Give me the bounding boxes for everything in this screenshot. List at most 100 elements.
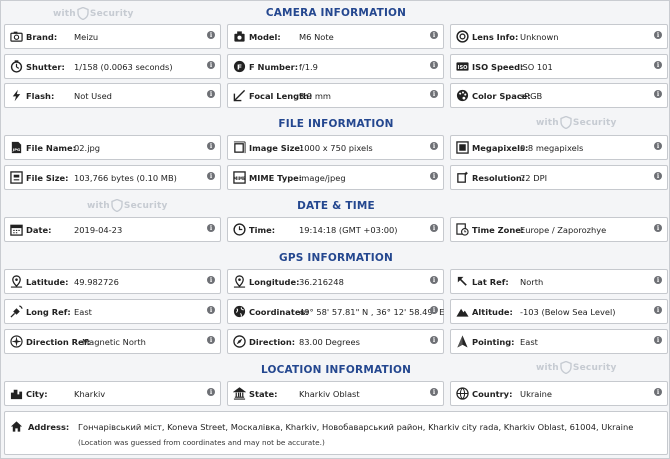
globe-icon (455, 387, 469, 401)
info-icon[interactable]: i (207, 172, 215, 180)
field-label: Shutter: (26, 61, 65, 72)
field-value: East (74, 306, 92, 317)
info-icon[interactable]: i (654, 142, 662, 150)
field-value: 72 DPI (520, 172, 548, 183)
info-icon[interactable]: i (430, 276, 438, 284)
field-value: 36.216248 (299, 276, 344, 287)
info-icon[interactable]: i (654, 61, 662, 69)
field-label: File Size: (26, 172, 69, 183)
info-icon[interactable]: i (430, 388, 438, 396)
field-label: Brand: (26, 31, 58, 42)
field-brand: Brand: Meizu i (4, 24, 221, 49)
exif-panel: with Security with Security with Securit… (0, 0, 670, 459)
field-altitude: Altitude: -103 (Below Sea Level) i (450, 299, 668, 324)
info-icon[interactable]: i (207, 224, 215, 232)
field-label: City: (26, 388, 48, 399)
field-value: Unknown (520, 31, 559, 42)
field-megapixels: Megapixels: 0.8 megapixels i (450, 135, 668, 160)
field-value: 83.00 Degrees (299, 336, 360, 347)
palette-icon (455, 89, 469, 103)
field-label: Latitude: (26, 276, 69, 287)
field-value: 02.jpg (74, 142, 101, 153)
section-title-datetime: DATE & TIME (297, 200, 375, 212)
info-icon[interactable]: i (430, 172, 438, 180)
field-value: M6 Note (299, 31, 334, 42)
info-icon[interactable]: i (430, 90, 438, 98)
field-value: 3.9 mm (299, 90, 331, 101)
field-time-zone: Time Zone: Europe / Zaporozhye i (450, 217, 668, 242)
info-icon[interactable]: i (654, 90, 662, 98)
field-label: Direction Ref: (26, 336, 91, 347)
field-value: Kharkiv Oblast (299, 388, 360, 399)
info-icon[interactable]: i (654, 306, 662, 314)
field-value: 49.982726 (74, 276, 119, 287)
field-value: 1000 x 750 pixels (299, 142, 373, 153)
info-icon[interactable]: i (654, 31, 662, 39)
info-icon[interactable]: i (654, 336, 662, 344)
info-icon[interactable]: i (207, 276, 215, 284)
field-direction-ref: Direction Ref: Magnetic North i (4, 329, 221, 354)
camera-icon (9, 30, 23, 44)
field-label: Altitude: (472, 306, 513, 317)
field-label: Address: (28, 422, 70, 432)
field-time: Time: 19:14:18 (GMT +03:00) i (227, 217, 444, 242)
file-size-icon (9, 171, 23, 185)
field-value: 1/158 (0.0063 seconds) (74, 61, 173, 72)
info-icon[interactable]: i (207, 90, 215, 98)
field-value: ISO 101 (520, 61, 553, 72)
city-icon (9, 387, 23, 401)
info-icon[interactable]: i (654, 224, 662, 232)
svg-text:JPG: JPG (11, 147, 19, 152)
field-value: image/jpeg (299, 172, 346, 183)
compass-icon (232, 335, 246, 349)
field-file-size: File Size: 103,766 bytes (0.10 MB) i (4, 165, 221, 190)
mime-icon: MIME (232, 171, 246, 185)
info-icon[interactable]: i (430, 306, 438, 314)
megapixels-icon (455, 141, 469, 155)
field-direction: Direction: 83.00 Degrees i (227, 329, 444, 354)
info-icon[interactable]: i (207, 142, 215, 150)
focal-length-icon (232, 89, 246, 103)
field-f-number: F F Number: f/1.9 i (227, 54, 444, 79)
field-label: Lens Info: (472, 31, 519, 42)
info-icon[interactable]: i (430, 336, 438, 344)
field-country: Country: Ukraine i (450, 381, 668, 406)
info-icon[interactable]: i (207, 336, 215, 344)
clock-icon (232, 223, 246, 237)
field-lens-info: Lens Info: Unknown i (450, 24, 668, 49)
info-icon[interactable]: i (207, 306, 215, 314)
field-label: ISO Speed: (472, 61, 524, 72)
info-icon[interactable]: i (430, 142, 438, 150)
field-resolution: Resolution: 72 DPI i (450, 165, 668, 190)
lens-icon (455, 30, 469, 44)
field-focal-length: Focal Length: 3.9 mm i (227, 83, 444, 108)
image-size-icon (232, 141, 246, 155)
home-icon (10, 420, 24, 434)
field-file-name: JPG File Name: 02.jpg i (4, 135, 221, 160)
field-value: Meizu (74, 31, 99, 42)
field-label: Lat Ref: (472, 276, 509, 287)
field-iso-speed: ISO ISO Speed: ISO 101 i (450, 54, 668, 79)
field-label: Image Size: (249, 142, 304, 153)
field-label: Model: (249, 31, 281, 42)
state-building-icon (232, 387, 246, 401)
info-icon[interactable]: i (207, 388, 215, 396)
compass-rose-icon (9, 335, 23, 349)
info-icon[interactable]: i (654, 276, 662, 284)
resolution-icon (455, 171, 469, 185)
info-icon[interactable]: i (207, 61, 215, 69)
field-label: Country: (472, 388, 513, 399)
field-label: Time Zone: (472, 224, 525, 235)
info-icon[interactable]: i (430, 61, 438, 69)
field-value: Kharkiv (74, 388, 106, 399)
map-pin-icon (232, 275, 246, 289)
field-address: Address: Гончарівський міст, Koneva Stre… (4, 411, 668, 455)
arrow-up-left-icon (455, 275, 469, 289)
field-pointing: Pointing: East i (450, 329, 668, 354)
info-icon[interactable]: i (430, 224, 438, 232)
info-icon[interactable]: i (654, 388, 662, 396)
info-icon[interactable]: i (207, 31, 215, 39)
info-icon[interactable]: i (430, 31, 438, 39)
field-coordinates: Coordinates: 49° 58' 57.81" N , 36° 12' … (227, 299, 444, 324)
info-icon[interactable]: i (654, 172, 662, 180)
